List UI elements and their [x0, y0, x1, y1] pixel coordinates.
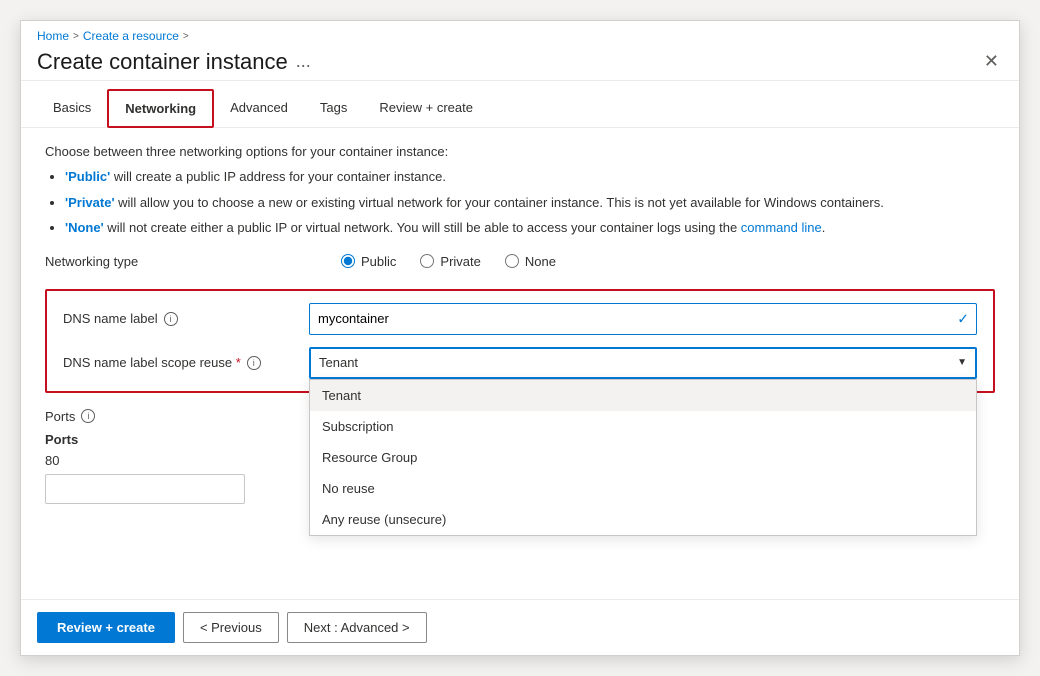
dns-scope-dropdown-menu: Tenant Subscription Resource Group No re…	[309, 379, 977, 536]
dns-name-input-wrapper: ✓	[309, 303, 977, 335]
next-button[interactable]: Next : Advanced >	[287, 612, 427, 643]
close-button[interactable]: ✕	[980, 47, 1003, 76]
dns-scope-option-subscription[interactable]: Subscription	[310, 411, 976, 442]
port-new-input[interactable]	[45, 474, 245, 504]
dns-name-info-icon[interactable]: i	[164, 312, 178, 326]
dns-scope-reuse-row: DNS name label scope reuse * i Tenant ▼ …	[63, 347, 977, 379]
radio-none-label: None	[525, 254, 556, 269]
breadcrumb-create-resource[interactable]: Create a resource	[83, 29, 179, 43]
command-line-link[interactable]: command line	[741, 220, 822, 235]
tab-advanced[interactable]: Advanced	[214, 90, 304, 127]
page-title: Create container instance ...	[37, 49, 311, 75]
dns-scope-option-anyreuse[interactable]: Any reuse (unsecure)	[310, 504, 976, 535]
radio-private-label: Private	[440, 254, 480, 269]
dns-section: DNS name label i ✓ DNS name label scope …	[45, 289, 995, 393]
portal-window: Home > Create a resource > Create contai…	[20, 20, 1020, 656]
dns-scope-label-text: DNS name label scope reuse *	[63, 355, 241, 370]
page-title-ellipsis[interactable]: ...	[296, 51, 311, 72]
radio-public-label: Public	[361, 254, 396, 269]
networking-type-row: Networking type Public Private None	[45, 254, 995, 269]
dns-scope-dropdown-btn[interactable]: Tenant ▼	[309, 347, 977, 379]
dns-scope-dropdown-wrapper: Tenant ▼ Tenant Subscription Resource Gr…	[309, 347, 977, 379]
dns-name-check-icon: ✓	[957, 310, 969, 327]
description-box: Choose between three networking options …	[45, 144, 995, 238]
tab-tags[interactable]: Tags	[304, 90, 363, 127]
ports-label-text: Ports	[45, 409, 75, 424]
page-title-row: Create container instance ... ✕	[37, 47, 1003, 76]
networking-type-radio-group: Public Private None	[341, 254, 556, 269]
radio-none[interactable]: None	[505, 254, 556, 269]
dropdown-chevron-icon: ▼	[957, 357, 967, 368]
breadcrumb: Home > Create a resource >	[37, 29, 1003, 43]
dns-scope-label-col: DNS name label scope reuse * i	[63, 355, 293, 370]
dns-name-input[interactable]	[309, 303, 977, 335]
radio-none-input[interactable]	[505, 254, 519, 268]
radio-private[interactable]: Private	[420, 254, 480, 269]
footer-bar: Review + create < Previous Next : Advanc…	[21, 599, 1019, 655]
description-list: 'Public' will create a public IP address…	[45, 167, 995, 238]
desc-private: 'Private' will allow you to choose a new…	[65, 193, 995, 213]
tab-basics[interactable]: Basics	[37, 90, 107, 127]
desc-public: 'Public' will create a public IP address…	[65, 167, 995, 187]
tabs-row: Basics Networking Advanced Tags Review +…	[21, 89, 1019, 128]
dns-name-label-row: DNS name label i ✓	[63, 303, 977, 335]
radio-public-input[interactable]	[341, 254, 355, 268]
review-create-button[interactable]: Review + create	[37, 612, 175, 643]
radio-public[interactable]: Public	[341, 254, 396, 269]
dns-scope-option-resourcegroup[interactable]: Resource Group	[310, 442, 976, 473]
description-intro: Choose between three networking options …	[45, 144, 995, 159]
dns-scope-info-icon[interactable]: i	[247, 356, 261, 370]
previous-button[interactable]: < Previous	[183, 612, 279, 643]
content-area: Choose between three networking options …	[21, 128, 1019, 599]
desc-none: 'None' will not create either a public I…	[65, 218, 995, 238]
breadcrumb-sep2: >	[183, 31, 189, 42]
dns-name-label-text: DNS name label	[63, 311, 158, 326]
breadcrumb-home[interactable]: Home	[37, 29, 69, 43]
tab-networking[interactable]: Networking	[107, 89, 214, 128]
ports-info-icon[interactable]: i	[81, 409, 95, 423]
dns-scope-selected-value: Tenant	[319, 355, 358, 370]
dns-scope-option-tenant[interactable]: Tenant	[310, 380, 976, 411]
radio-private-input[interactable]	[420, 254, 434, 268]
networking-type-label: Networking type	[45, 254, 325, 269]
portal-header: Home > Create a resource > Create contai…	[21, 21, 1019, 81]
dns-name-label-col: DNS name label i	[63, 311, 293, 326]
breadcrumb-sep1: >	[73, 31, 79, 42]
dns-scope-option-noreuse[interactable]: No reuse	[310, 473, 976, 504]
port-value-80: 80	[45, 453, 105, 468]
tab-review-create[interactable]: Review + create	[363, 90, 489, 127]
